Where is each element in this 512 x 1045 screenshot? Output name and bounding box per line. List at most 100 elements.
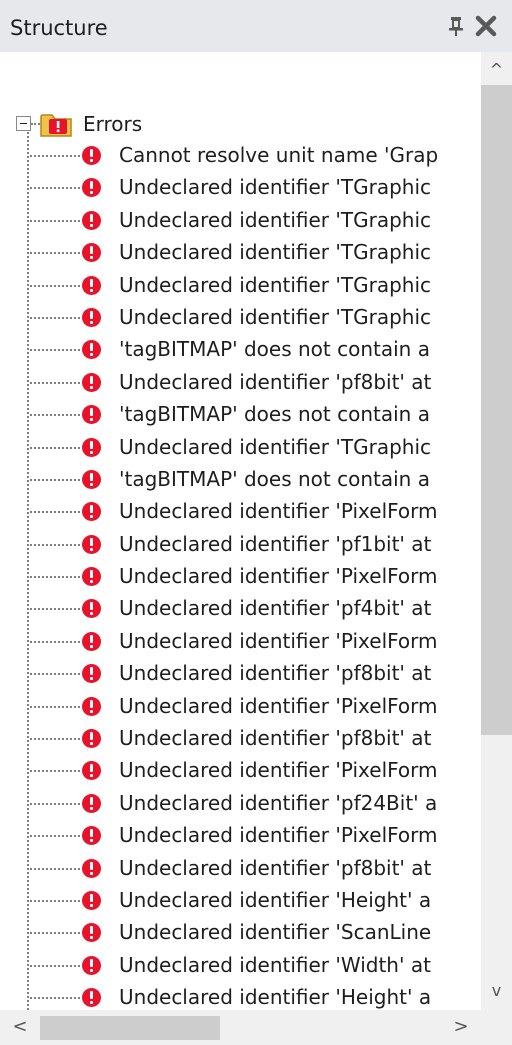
error-message: Undeclared identifier 'TGraphic bbox=[119, 272, 431, 297]
error-message: Undeclared identifier 'pf4bit' at bbox=[119, 596, 432, 621]
tree-connector bbox=[30, 252, 80, 255]
vertical-scroll-thumb[interactable] bbox=[481, 85, 512, 735]
horizontal-scrollbar[interactable]: < > bbox=[0, 1010, 481, 1045]
tree-connector bbox=[30, 997, 80, 1000]
error-item[interactable]: Undeclared identifier 'Height' a bbox=[0, 981, 481, 1010]
error-message: Undeclared identifier 'Height' a bbox=[119, 985, 432, 1010]
error-item[interactable]: 'tagBITMAP' does not contain a bbox=[0, 398, 481, 430]
vertical-scrollbar[interactable]: ^ v bbox=[481, 52, 512, 1010]
error-message: Undeclared identifier 'pf8bit' at bbox=[119, 726, 432, 751]
error-item[interactable]: Undeclared identifier 'TGraphic bbox=[0, 204, 481, 236]
error-item[interactable]: Undeclared identifier 'TGraphic bbox=[0, 236, 481, 268]
error-icon bbox=[82, 372, 101, 392]
error-message: Cannot resolve unit name 'Grap bbox=[119, 143, 439, 167]
close-icon[interactable] bbox=[473, 13, 499, 39]
horizontal-scroll-thumb[interactable] bbox=[40, 1016, 220, 1040]
error-icon bbox=[82, 275, 101, 295]
error-icon bbox=[82, 729, 101, 749]
error-icon bbox=[82, 631, 101, 651]
error-item[interactable]: Undeclared identifier 'Height' a bbox=[0, 884, 481, 916]
error-item[interactable]: Undeclared identifier 'ScanLine bbox=[0, 916, 481, 948]
error-item[interactable]: Undeclared identifier 'PixelForm bbox=[0, 754, 481, 786]
error-icon bbox=[82, 405, 101, 425]
error-item[interactable]: Undeclared identifier 'pf8bit' at bbox=[0, 852, 481, 884]
error-message: 'tagBITMAP' does not contain a bbox=[119, 466, 430, 491]
tree-connector bbox=[30, 835, 80, 838]
structure-tree[interactable]: Errors Cannot resolve unit name 'Grap Und… bbox=[0, 52, 481, 1010]
error-icon bbox=[82, 469, 101, 489]
error-item[interactable]: Undeclared identifier 'PixelForm bbox=[0, 560, 481, 592]
panel-title-bar: Structure bbox=[0, 0, 512, 52]
error-item[interactable]: Undeclared identifier 'PixelForm bbox=[0, 495, 481, 527]
tree-connector bbox=[30, 770, 80, 773]
error-item[interactable]: Undeclared identifier 'pf1bit' at bbox=[0, 528, 481, 560]
error-icon bbox=[82, 826, 101, 846]
tree-connector bbox=[30, 187, 80, 190]
error-item[interactable]: Undeclared identifier 'pf24Bit' a bbox=[0, 787, 481, 819]
error-message: Undeclared identifier 'PixelForm bbox=[119, 499, 438, 524]
tree-node-errors[interactable]: Errors bbox=[0, 108, 481, 140]
error-icon bbox=[82, 437, 101, 457]
error-item[interactable]: Undeclared identifier 'TGraphic bbox=[0, 269, 481, 301]
error-icon bbox=[82, 534, 101, 554]
error-folder-icon bbox=[40, 112, 74, 138]
tree-connector bbox=[30, 381, 80, 384]
tree-node-label: Errors bbox=[83, 112, 143, 136]
error-icon bbox=[82, 340, 101, 360]
error-item[interactable]: Undeclared identifier 'pf8bit' at bbox=[0, 722, 481, 754]
tree-connector bbox=[30, 155, 80, 157]
error-item[interactable]: Undeclared identifier 'Width' at bbox=[0, 949, 481, 981]
error-message: Undeclared identifier 'Width' at bbox=[119, 952, 431, 977]
error-icon bbox=[82, 664, 101, 684]
error-item[interactable]: 'tagBITMAP' does not contain a bbox=[0, 333, 481, 365]
tree-connector bbox=[30, 899, 80, 902]
error-item[interactable]: Undeclared identifier 'pf4bit' at bbox=[0, 592, 481, 624]
tree-connector bbox=[30, 576, 80, 579]
error-icon bbox=[82, 890, 101, 910]
scroll-down-icon[interactable]: v bbox=[481, 976, 512, 1010]
error-item[interactable]: Undeclared identifier 'pf8bit' at bbox=[0, 366, 481, 398]
error-icon bbox=[82, 696, 101, 716]
pin-icon[interactable] bbox=[445, 14, 467, 38]
tree-connector bbox=[30, 511, 80, 514]
tree-connector bbox=[30, 284, 80, 287]
error-message: 'tagBITMAP' does not contain a bbox=[119, 402, 430, 427]
tree-connector bbox=[30, 478, 80, 481]
tree-connector bbox=[31, 123, 40, 125]
error-item[interactable]: Undeclared identifier 'TGraphic bbox=[0, 301, 481, 333]
error-item[interactable]: Undeclared identifier 'PixelForm bbox=[0, 819, 481, 851]
error-item[interactable]: Undeclared identifier 'PixelForm bbox=[0, 690, 481, 722]
error-icon bbox=[82, 988, 101, 1008]
tree-connector bbox=[30, 316, 80, 319]
error-icon bbox=[82, 210, 101, 230]
collapse-icon[interactable] bbox=[16, 116, 31, 131]
error-message: Undeclared identifier 'TGraphic bbox=[119, 304, 431, 329]
error-item[interactable]: 'tagBITMAP' does not contain a bbox=[0, 463, 481, 495]
scroll-right-icon[interactable]: > bbox=[441, 1010, 481, 1045]
tree-connector bbox=[30, 964, 80, 967]
error-item[interactable]: Cannot resolve unit name 'Grap bbox=[0, 139, 481, 171]
error-message: Undeclared identifier 'ScanLine bbox=[119, 920, 432, 945]
tree-connector bbox=[30, 414, 80, 417]
tree-connector bbox=[30, 802, 80, 805]
error-item[interactable]: Undeclared identifier 'pf8bit' at bbox=[0, 657, 481, 689]
scroll-left-icon[interactable]: < bbox=[0, 1010, 40, 1045]
error-item[interactable]: Undeclared identifier 'PixelForm bbox=[0, 625, 481, 657]
error-message: Undeclared identifier 'TGraphic bbox=[119, 434, 431, 459]
error-message: Undeclared identifier 'Height' a bbox=[119, 887, 432, 912]
error-item[interactable]: Undeclared identifier 'TGraphic bbox=[0, 171, 481, 203]
error-icon bbox=[82, 923, 101, 943]
scroll-up-icon[interactable]: ^ bbox=[481, 52, 512, 86]
tree-connector bbox=[30, 705, 80, 708]
tree-connector bbox=[30, 219, 80, 222]
error-item[interactable]: Undeclared identifier 'TGraphic bbox=[0, 431, 481, 463]
error-message: Undeclared identifier 'pf8bit' at bbox=[119, 855, 432, 880]
scrollbar-corner bbox=[481, 1010, 512, 1045]
tree-connector bbox=[30, 640, 80, 643]
error-message: Undeclared identifier 'pf8bit' at bbox=[119, 369, 432, 394]
tree-connector bbox=[30, 867, 80, 870]
error-icon bbox=[82, 761, 101, 781]
error-message: Undeclared identifier 'PixelForm bbox=[119, 564, 438, 589]
error-message: Undeclared identifier 'TGraphic bbox=[119, 207, 431, 232]
error-message: 'tagBITMAP' does not contain a bbox=[119, 337, 430, 362]
